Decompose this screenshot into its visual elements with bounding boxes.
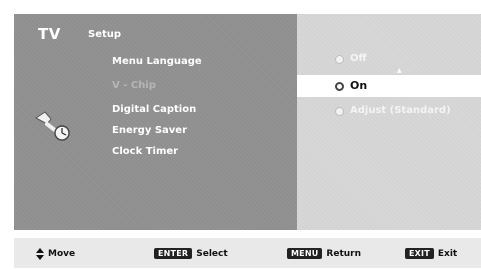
select-hint: ENTER Select xyxy=(154,248,228,259)
return-hint: MENU Return xyxy=(287,248,361,259)
menu-item-clock-timer[interactable]: Clock Timer xyxy=(112,144,202,168)
up-down-arrow-icon xyxy=(36,248,44,260)
menu-key[interactable]: MENU xyxy=(287,248,323,259)
radio-off-icon xyxy=(335,55,344,64)
scroll-down-icon: ▼ xyxy=(397,92,402,99)
option-adjust-standard[interactable]: Adjust (Standard) xyxy=(297,101,481,123)
setup-menu: Menu Language V - Chip Digital Caption E… xyxy=(112,54,202,168)
gear-clock-icon xyxy=(35,111,70,141)
exit-key[interactable]: EXIT xyxy=(405,248,434,259)
menu-item-menu-language[interactable]: Menu Language xyxy=(112,54,202,78)
exit-hint: EXIT Exit xyxy=(405,248,457,259)
option-on[interactable]: ◀ ▲ On ▼ xyxy=(297,67,481,99)
left-arrow-icon: ◀ xyxy=(300,79,307,89)
radio-on-icon xyxy=(335,82,344,91)
tv-label: TV xyxy=(38,25,61,43)
option-off[interactable]: Off xyxy=(297,49,481,71)
menu-item-v-chip[interactable]: V - Chip xyxy=(112,78,202,102)
scroll-up-icon: ▲ xyxy=(397,67,402,74)
menu-item-digital-caption[interactable]: Digital Caption xyxy=(112,102,202,123)
setup-section-title: Setup xyxy=(88,29,122,40)
navigation-hints-bar: Move ENTER Select MENU Return EXIT Exit xyxy=(14,238,481,268)
radio-adjust-icon xyxy=(335,107,344,116)
menu-item-energy-saver[interactable]: Energy Saver xyxy=(112,123,202,144)
move-hint: Move xyxy=(36,248,75,260)
enter-key[interactable]: ENTER xyxy=(154,248,193,259)
